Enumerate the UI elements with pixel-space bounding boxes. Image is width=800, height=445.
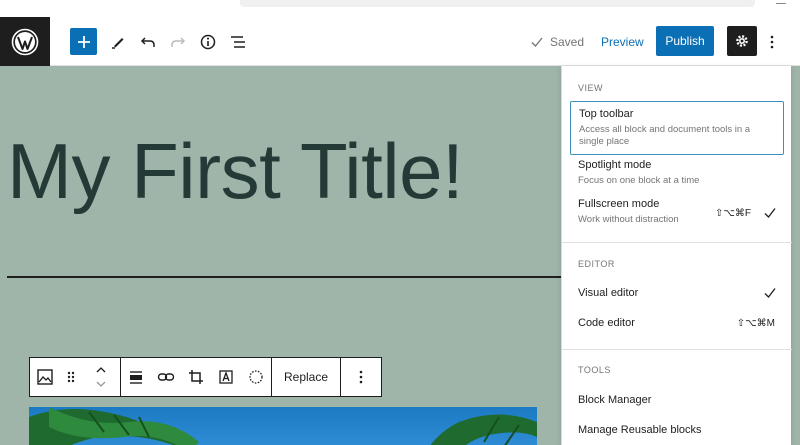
menu-item-title: Visual editor [578,287,639,299]
preview-button[interactable]: Preview [601,17,644,66]
link-icon [157,373,175,381]
settings-button[interactable] [727,26,757,56]
wordpress-logo-button[interactable] [0,17,50,66]
plus-icon [77,35,90,48]
block-toolbar-group-replace: Replace [272,358,342,396]
circle-dashed-icon [249,370,263,384]
menu-item-description: Focus on one block at a time [578,175,700,186]
tools-button[interactable] [103,17,133,66]
code-editor-shortcut: ⇧⌥⌘M [736,318,775,329]
menu-item-title: Spotlight mode [578,159,652,171]
editor-section-label: EDITOR [578,259,615,269]
link-button[interactable] [151,358,181,396]
check-icon [764,208,776,218]
menu-separator [562,349,792,350]
menu-item-title: Block Manager [578,394,652,406]
view-section-label: VIEW [578,83,604,93]
saved-status: Saved [530,17,584,66]
menu-item-title: Top toolbar [579,108,634,120]
align-icon [130,371,142,384]
minimize-icon[interactable] [776,0,786,4]
post-title[interactable]: My First Title! [7,126,464,217]
palm-tree-image [29,407,537,445]
image-icon [37,369,53,385]
crop-icon [189,370,203,384]
duotone-button[interactable] [241,358,271,396]
fullscreen-shortcut: ⇧⌥⌘F [714,208,751,219]
spotlight-mode-option[interactable]: Spotlight mode Focus on one block at a t… [570,153,784,193]
fullscreen-mode-option[interactable]: Fullscreen mode Work without distraction [570,192,784,232]
gear-icon [736,35,748,47]
redo-button[interactable] [163,17,193,66]
undo-icon [140,36,155,47]
browser-strip [0,0,800,17]
list-view-button[interactable] [223,17,253,66]
options-button[interactable] [762,17,782,66]
menu-item-description: Access all block and document tools in a… [579,124,751,147]
replace-button[interactable]: Replace [272,358,340,396]
block-options-button[interactable] [341,358,381,396]
undo-button[interactable] [133,17,163,66]
wordpress-icon [11,28,39,55]
check-icon [531,37,543,47]
block-toolbar-group-tools [121,358,272,396]
drag-handle[interactable] [60,358,82,396]
pencil-icon [112,37,124,49]
visual-editor-option[interactable]: Visual editor [570,281,784,305]
list-view-icon [231,35,245,48]
crop-button[interactable] [181,358,211,396]
details-button[interactable] [193,17,223,66]
more-vertical-icon [770,35,774,48]
menu-item-title: Manage Reusable blocks [578,424,702,436]
editor-top-toolbar: Saved Preview Publish [0,17,800,66]
drag-handle-icon [67,371,75,383]
tools-section-label: TOOLS [578,365,611,375]
block-type-button[interactable] [30,358,60,396]
move-up-down-button[interactable] [82,358,120,396]
saved-label: Saved [550,34,585,49]
text-overlay-icon [219,370,233,384]
block-toolbar-group-more [341,358,381,396]
options-dropdown-menu: VIEW Top toolbar Access all block and do… [561,66,792,445]
publish-button[interactable]: Publish [656,26,714,56]
check-icon [764,288,776,298]
align-button[interactable] [121,358,151,396]
block-toolbar-group-parent [30,358,121,396]
separator-block[interactable] [7,276,567,278]
block-toolbar: Replace [29,357,382,397]
image-block[interactable] [29,407,537,445]
more-vertical-icon [359,370,363,384]
redo-icon [171,36,186,47]
info-icon [200,34,216,49]
block-manager-option[interactable]: Block Manager [570,388,784,412]
text-overlay-button[interactable] [211,358,241,396]
address-bar[interactable] [240,0,755,7]
add-block-button[interactable] [70,28,97,55]
top-toolbar-option[interactable]: Top toolbar Access all block and documen… [570,101,784,155]
manage-reusable-blocks-option[interactable]: Manage Reusable blocks [570,418,784,442]
chevron-up-down-icon [96,367,106,387]
menu-separator [562,242,792,243]
